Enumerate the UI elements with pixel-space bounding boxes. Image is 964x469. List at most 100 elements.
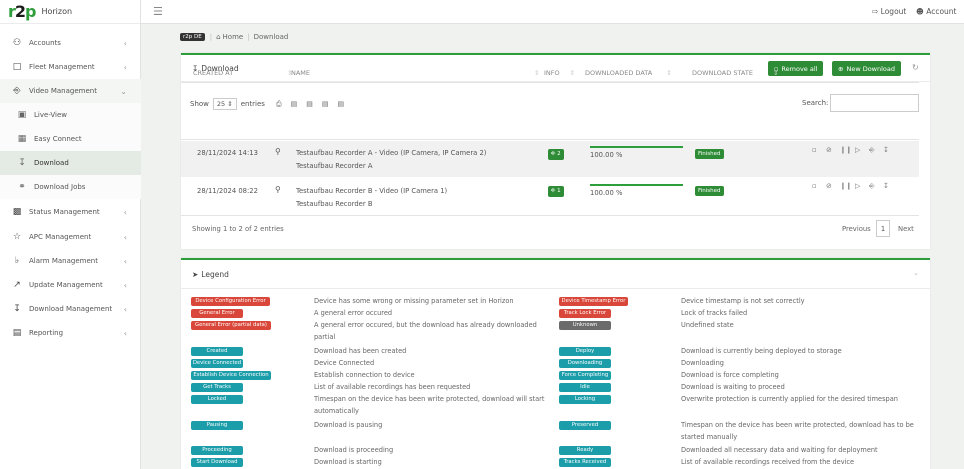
chevron-left-icon: ‹ [123, 207, 127, 217]
sort-icon: ⇕ [569, 69, 576, 77]
new-download-button[interactable]: ⊕ New Download [832, 61, 902, 76]
tenant-tag[interactable]: r2p DE [180, 33, 205, 41]
sidebar-item-reporting[interactable]: ▤ Reporting ‹ [0, 321, 141, 345]
legend-desc: Overwrite protection is currently applie… [681, 395, 898, 403]
excel-icon[interactable]: ▤ [306, 100, 313, 108]
plus-circle-icon: ⊕ [838, 64, 844, 73]
col-created[interactable]: CREATED AT ⇕ [193, 69, 293, 77]
cancel-icon[interactable]: ⊘ [826, 182, 832, 190]
chevron-left-icon: ‹ [123, 304, 127, 314]
download-icon[interactable]: ↧ [883, 182, 889, 190]
logo[interactable]: r2p [8, 2, 37, 21]
chevron-left-icon: ‹ [123, 328, 127, 338]
info-badge[interactable]: ⎆ 1 [548, 186, 564, 197]
report-icon: ▤ [12, 328, 22, 338]
legend-desc: Device Connected [314, 359, 375, 367]
breadcrumb: r2p DE | ⌂ Home | Download [180, 33, 288, 41]
col-info-label: INFO [544, 69, 560, 77]
cancel-icon[interactable]: ⊘ [826, 146, 832, 154]
table-row[interactable]: 28/11/2024 08:22 ⚲ Testaufbau Recorder B… [181, 179, 919, 215]
col-state[interactable]: DOWNLOAD STATE ⇕ [692, 69, 778, 77]
legend-badge: Force Completing [559, 371, 611, 380]
pdf-icon[interactable]: ▤ [337, 100, 344, 108]
sidebar-item-apc-management[interactable]: ☆ APC Management ‹ [0, 225, 141, 249]
page-button[interactable]: 1 [876, 220, 890, 237]
legend-badge: Tracks Received [559, 458, 611, 467]
sidebar-item-download-management[interactable]: ↧ Download Management ‹ [0, 297, 141, 321]
sort-icon: ⇕ [666, 69, 672, 77]
download-mgmt-icon: ↧ [13, 304, 21, 314]
copy-icon[interactable]: ▤ [291, 100, 298, 108]
zoom-icon[interactable]: ⚲ [275, 185, 281, 194]
search-input[interactable] [830, 94, 919, 112]
page-length: Show 25 ⇕ entries ⎙ ▤ ▤ ▤ ▤ [190, 98, 344, 110]
download-icon[interactable]: ↧ [883, 146, 889, 154]
sidebar-item-easy-connect[interactable]: ▦ Easy Connect [0, 127, 141, 151]
legend-badge: Idle [559, 383, 611, 392]
sidebar-item-alarm-management[interactable]: ♭ Alarm Management ‹ [0, 249, 141, 273]
row-recorder: Testaufbau Recorder A [296, 162, 373, 170]
sidebar-item-label: Reporting [29, 329, 64, 337]
topbar: ☰ ⇨ Logout ☻ Account [141, 0, 964, 24]
account-link[interactable]: ☻ Account [916, 7, 957, 16]
jobs-icon: ⚭ [18, 182, 26, 192]
sidebar-item-live-view[interactable]: ▣ Live-View [0, 103, 141, 127]
table-row[interactable]: 28/11/2024 14:13 ⚲ Testaufbau Recorder A… [181, 141, 919, 177]
pause-icon[interactable]: ❙❙ [840, 182, 852, 190]
legend-badge: Created [191, 347, 243, 356]
legend-desc: List of available recordings has been re… [314, 383, 471, 391]
legend-badge: Start Download [191, 458, 243, 467]
print-icon[interactable]: ⎙ [276, 100, 282, 109]
home-icon: ⌂ [216, 33, 221, 41]
entries-label: entries [240, 100, 265, 108]
state-badge: Finished [695, 186, 724, 196]
pause-icon[interactable]: ❙❙ [840, 146, 852, 154]
sidebar-item-video-management[interactable]: ⎆ Video Management ⌄ [0, 79, 141, 103]
sidebar-item-status-management[interactable]: ▩ Status Management ‹ [0, 200, 141, 224]
account-label: Account [926, 7, 957, 16]
sidebar-item-update-management[interactable]: ↗ Update Management ‹ [0, 273, 141, 297]
legend-badge: Establish Device Connection [191, 371, 271, 380]
logout-link[interactable]: ⇨ Logout [872, 7, 906, 16]
info-badge[interactable]: ⎆ 2 [548, 149, 564, 160]
search-label: Search: [802, 99, 829, 107]
entries-select[interactable]: 25 ⇕ [212, 98, 237, 110]
legend-desc-cont: partial [314, 333, 336, 341]
legend-desc: A general error occured [314, 309, 393, 317]
sidebar-item-accounts[interactable]: ⚇ Accounts ‹ [0, 31, 141, 55]
sidebar-item-label: Fleet Management [29, 63, 95, 71]
play-icon[interactable]: ▷ [855, 182, 860, 190]
sidebar-item-download-jobs[interactable]: ⚭ Download Jobs [0, 175, 141, 199]
legend-desc: Downloading [681, 359, 724, 367]
legend-desc: Download is proceeding [314, 446, 394, 454]
camera-icon[interactable]: ⎆ [869, 182, 875, 191]
csv-icon[interactable]: ▤ [322, 100, 329, 108]
legend-badge: Pausing [191, 421, 243, 430]
status-icon: ▩ [12, 207, 22, 217]
zoom-icon[interactable]: ⚲ [275, 147, 281, 156]
sidebar-item-download[interactable]: ↧ Download [0, 151, 141, 175]
collapse-icon[interactable]: ⌄ [913, 269, 919, 277]
legend-badge: Ready [559, 446, 611, 455]
col-info[interactable]: INFO ⇕ [544, 69, 575, 77]
col-name[interactable]: NAME ⇕ [291, 69, 539, 77]
sidebar-item-label: Easy Connect [34, 135, 82, 143]
breadcrumb-home[interactable]: Home [223, 33, 244, 41]
legend-desc: Download is force completing [681, 371, 779, 379]
signpost-icon: ➤ [192, 270, 199, 279]
delete-icon[interactable]: ▫ [812, 146, 817, 154]
delete-icon[interactable]: ▫ [812, 182, 817, 190]
download-icon: ↧ [18, 158, 26, 168]
camera-icon[interactable]: ⎆ [869, 146, 875, 155]
play-icon[interactable]: ▷ [855, 146, 860, 154]
sidebar-item-fleet-management[interactable]: □ Fleet Management ‹ [0, 55, 141, 79]
menu-toggle-icon[interactable]: ☰ [153, 5, 163, 18]
legend-desc: Download has been created [314, 347, 407, 355]
new-download-label: New Download [846, 64, 896, 73]
info-count: 1 [557, 188, 561, 194]
prev-button[interactable]: Previous [842, 225, 871, 233]
next-button[interactable]: Next [898, 225, 914, 233]
refresh-icon[interactable]: ↻ [912, 63, 919, 72]
sidebar: r2p Horizon ⚇ Accounts ‹ □ Fleet Managem… [0, 0, 141, 469]
col-downloaded[interactable]: DOWNLOADED DATA ⇕ [585, 69, 672, 77]
